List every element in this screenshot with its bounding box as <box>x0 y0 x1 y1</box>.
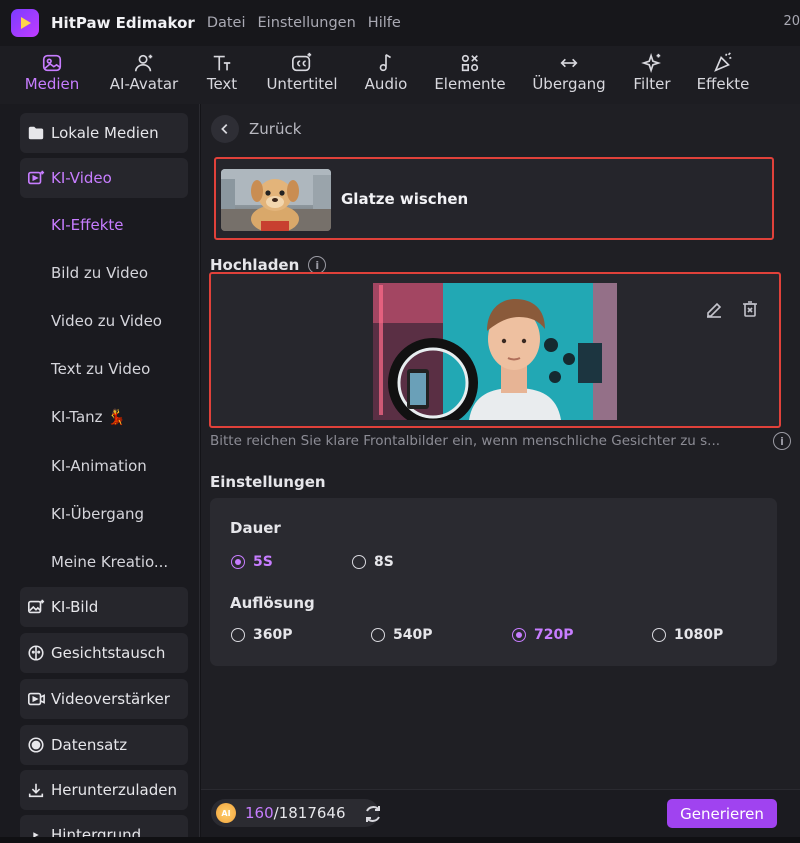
face-swap-icon <box>26 643 46 663</box>
resolution-540p-radio[interactable]: 540P <box>371 627 432 643</box>
radio-unselected-icon <box>371 628 385 642</box>
text-icon <box>210 52 234 74</box>
sidebar-item-label: Gesichtstausch <box>51 644 166 662</box>
sidebar-item-label: Videoverstärker <box>51 690 170 708</box>
resolution-1080p-radio[interactable]: 1080P <box>652 627 723 643</box>
ai-image-icon <box>26 597 46 617</box>
download-icon <box>26 780 46 800</box>
sidebar-item-label: Herunterzuladen <box>51 781 177 799</box>
settings-section-title: Einstellungen <box>210 473 326 491</box>
radio-selected-icon <box>512 628 526 642</box>
back-label: Zurück <box>249 120 302 138</box>
sidebar-item-herunterzuladen[interactable]: Herunterzuladen <box>20 770 188 810</box>
chevron-left-icon <box>211 115 239 143</box>
sparkle-icon <box>640 52 664 74</box>
menu-datei[interactable]: Datei <box>207 15 246 31</box>
sidebar-item-ki-bild[interactable]: KI-Bild <box>20 587 188 627</box>
resolution-360p-radio[interactable]: 360P <box>231 627 292 643</box>
sidebar-item-label: KI-Video <box>51 169 112 187</box>
delete-icon[interactable] <box>740 299 760 319</box>
tab-effekte[interactable]: Effekte <box>692 46 754 93</box>
tab-text[interactable]: Text <box>200 46 244 93</box>
resolution-title: Auflösung <box>230 594 315 612</box>
back-button[interactable]: Zurück <box>211 115 301 143</box>
upload-hint: Bitte reichen Sie klare Frontalbilder ei… <box>210 433 721 449</box>
music-note-icon <box>374 52 398 74</box>
avatar-icon <box>132 52 156 74</box>
credits-total: /1817646 <box>273 804 346 822</box>
duration-5s-radio[interactable]: 5S <box>231 554 273 570</box>
sidebar-item-ki-video[interactable]: KI-Video <box>20 158 188 198</box>
sidebar-sub-bild-zu-video[interactable]: Bild zu Video <box>51 264 148 282</box>
sidebar-sub-ki-uebergang[interactable]: KI-Übergang <box>51 505 144 523</box>
menu-einstellungen[interactable]: Einstellungen <box>258 15 356 31</box>
sidebar-sub-meine-kreationen[interactable]: Meine Kreatio... <box>51 553 168 571</box>
resolution-720p-radio[interactable]: 720P <box>512 627 573 643</box>
main-panel: Zurück Glatze wischen Hochladen i Bitte … <box>201 104 800 789</box>
coin-icon: AI <box>216 803 236 823</box>
main-toolbar: Medien AI-Avatar Text Untertitel Audio E… <box>0 46 800 104</box>
selected-effect-card[interactable]: Glatze wischen <box>214 157 774 240</box>
generate-button[interactable]: Generieren <box>667 799 777 828</box>
refresh-icon[interactable] <box>362 803 384 825</box>
sidebar-item-label: KI-Bild <box>51 598 99 616</box>
transition-icon <box>557 52 581 74</box>
effects-icon <box>711 52 735 74</box>
sidebar-sub-ki-animation[interactable]: KI-Animation <box>51 457 147 475</box>
tab-medien[interactable]: Medien <box>20 46 84 93</box>
tab-ai-avatar[interactable]: AI-Avatar <box>104 46 184 93</box>
titlebar-clipped-text: 20 <box>783 14 800 29</box>
credits-badge: AI 160 /1817646 <box>211 799 379 827</box>
footer-bar: AI 160 /1817646 Generieren <box>201 789 800 837</box>
folder-icon <box>26 123 46 143</box>
credits-current: 160 <box>245 804 274 822</box>
title-bar: HitPaw Edimakor Datei Einstellungen Hilf… <box>0 0 800 46</box>
tab-audio[interactable]: Audio <box>360 46 412 93</box>
radio-unselected-icon <box>231 628 245 642</box>
sidebar-sub-ki-effekte[interactable]: KI-Effekte <box>51 216 124 234</box>
ai-video-icon <box>26 168 46 188</box>
tab-filter[interactable]: Filter <box>628 46 676 93</box>
elements-icon <box>458 52 482 74</box>
app-title: HitPaw Edimakor <box>51 14 195 32</box>
effect-name: Glatze wischen <box>341 190 469 208</box>
dataset-icon <box>26 735 46 755</box>
sidebar-item-videoverstaerker[interactable]: Videoverstärker <box>20 679 188 719</box>
sidebar-item-label: Lokale Medien <box>51 124 159 142</box>
edit-icon[interactable] <box>704 299 724 319</box>
subtitle-icon <box>290 52 314 74</box>
duration-8s-radio[interactable]: 8S <box>352 554 394 570</box>
video-enhance-icon <box>26 689 46 709</box>
settings-card: Dauer 5S 8S Auflösung 360P 540P 720P 108… <box>210 498 777 666</box>
menu-hilfe[interactable]: Hilfe <box>368 15 401 31</box>
sidebar-sub-text-zu-video[interactable]: Text zu Video <box>51 360 150 378</box>
sidebar-item-lokale-medien[interactable]: Lokale Medien <box>20 113 188 153</box>
media-icon <box>40 52 64 74</box>
sidebar-item-label: Datensatz <box>51 736 128 754</box>
duration-title: Dauer <box>230 519 281 537</box>
sidebar-item-datensatz[interactable]: Datensatz <box>20 725 188 765</box>
sidebar-sub-video-zu-video[interactable]: Video zu Video <box>51 312 162 330</box>
upload-dropzone[interactable] <box>209 272 781 428</box>
hint-info-icon[interactable]: i <box>773 432 791 450</box>
sidebar-item-gesichtstausch[interactable]: Gesichtstausch <box>20 633 188 673</box>
radio-selected-icon <box>231 555 245 569</box>
uploaded-image <box>373 283 617 420</box>
tab-untertitel[interactable]: Untertitel <box>262 46 342 93</box>
app-logo-icon <box>11 9 39 37</box>
tab-elemente[interactable]: Elemente <box>432 46 508 93</box>
sidebar: Lokale Medien KI-Video KI-Effekte Bild z… <box>0 104 200 843</box>
sidebar-sub-ki-tanz[interactable]: KI-Tanz 💃 <box>51 408 126 426</box>
effect-thumbnail <box>221 169 331 231</box>
window-bottom-edge <box>0 837 800 843</box>
radio-unselected-icon <box>352 555 366 569</box>
radio-unselected-icon <box>652 628 666 642</box>
tab-uebergang[interactable]: Übergang <box>528 46 610 93</box>
